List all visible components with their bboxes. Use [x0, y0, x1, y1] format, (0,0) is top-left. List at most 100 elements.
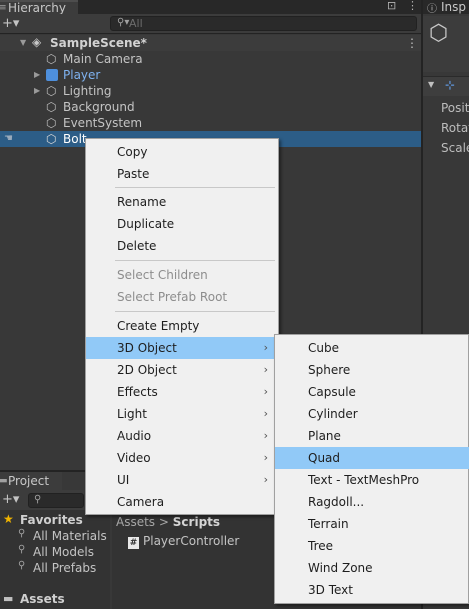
search-placeholder: All: [129, 17, 143, 30]
menu-item-text-textmeshpro[interactable]: Text - TextMeshPro: [275, 469, 469, 491]
menu-item-tree[interactable]: Tree: [275, 535, 469, 557]
scene-name: SampleScene*: [50, 36, 147, 50]
unity-scene-icon: ◈: [32, 35, 42, 49]
submenu-3d-object: Cube Sphere Capsule Cylinder Plane Quad …: [274, 334, 469, 604]
hierarchy-item-eventsystem[interactable]: ⬡ EventSystem: [0, 115, 421, 131]
scene-more-icon[interactable]: ⋮: [406, 35, 418, 51]
expand-arrow-icon[interactable]: ▼: [20, 35, 26, 51]
menu-item-label: Cube: [308, 341, 339, 355]
hierarchy-tab[interactable]: ≡ Hierarchy: [0, 0, 78, 14]
menu-item-label: Ragdoll...: [308, 495, 365, 509]
script-icon: #: [128, 537, 139, 549]
expand-arrow-icon[interactable]: ▶: [34, 83, 40, 99]
menu-item-create-empty[interactable]: Create Empty: [86, 315, 278, 337]
hierarchy-tab-icon: ≡: [0, 3, 7, 13]
assets-title[interactable]: Assets: [20, 592, 65, 606]
menu-item-label: Delete: [117, 239, 157, 253]
create-dropdown-button[interactable]: +▾: [2, 16, 19, 31]
transform-header[interactable]: ▼ ⊹: [423, 76, 469, 96]
menu-item-wind-zone[interactable]: Wind Zone: [275, 557, 469, 579]
breadcrumb-root[interactable]: Assets: [116, 515, 155, 529]
submenu-arrow-icon: ›: [263, 385, 268, 398]
menu-item-label: Light: [117, 407, 147, 421]
rotation-label: Rotat: [441, 121, 469, 135]
gameobject-icon: ⬡: [46, 116, 57, 130]
menu-item-rename[interactable]: Rename: [86, 191, 278, 213]
submenu-arrow-icon: ›: [263, 473, 268, 486]
search-icon: ⚲: [34, 494, 42, 505]
gameobject-icon: ⬡: [46, 100, 57, 114]
menu-separator: [115, 311, 275, 312]
breadcrumb: Assets > Scripts: [112, 514, 272, 530]
menu-item-ragdoll[interactable]: Ragdoll...: [275, 491, 469, 513]
hierarchy-item-label: Bolt: [63, 132, 87, 146]
hierarchy-item-label: Player: [63, 68, 101, 82]
inspector-tab[interactable]: Insp: [441, 0, 466, 14]
menu-item-3d-text[interactable]: 3D Text: [275, 579, 469, 601]
expand-arrow-icon[interactable]: ▶: [34, 67, 40, 83]
menu-item-camera[interactable]: Camera: [86, 491, 278, 513]
favorite-all-materials[interactable]: All Materials: [33, 529, 107, 543]
menu-item-label: Sphere: [308, 363, 351, 377]
menu-item-label: Select Prefab Root: [117, 290, 228, 304]
transform-icon: ⊹: [445, 78, 456, 92]
menu-item-label: 2D Object: [117, 363, 177, 377]
menu-separator: [115, 260, 275, 261]
menu-item-label: Wind Zone: [308, 561, 373, 575]
menu-item-label: Text - TextMeshPro: [308, 473, 420, 487]
hierarchy-item-lighting[interactable]: ▶ ⬡ Lighting: [0, 83, 421, 99]
folder-icon: ▬: [3, 592, 14, 605]
menu-item-duplicate[interactable]: Duplicate: [86, 213, 278, 235]
hierarchy-toolbar: +▾ ⚲▾ All: [0, 14, 421, 34]
menu-item-3d-object[interactable]: 3D Object ›: [86, 337, 278, 359]
menu-item-light[interactable]: Light ›: [86, 403, 278, 425]
lock-icon[interactable]: ⊡: [387, 0, 396, 12]
favorites-title[interactable]: Favorites: [20, 513, 83, 527]
menu-item-video[interactable]: Video ›: [86, 447, 278, 469]
menu-item-label: Quad: [308, 451, 341, 465]
info-icon: ⓘ: [427, 4, 437, 15]
project-tab[interactable]: ▬ Project: [0, 472, 62, 490]
favorite-all-models[interactable]: All Models: [33, 545, 94, 559]
menu-item-cube[interactable]: Cube: [275, 337, 469, 359]
breadcrumb-current[interactable]: Scripts: [173, 515, 220, 529]
menu-item-capsule[interactable]: Capsule: [275, 381, 469, 403]
menu-item-delete[interactable]: Delete: [86, 235, 278, 257]
menu-item-label: Copy: [117, 145, 148, 159]
asset-item-playercontroller[interactable]: # PlayerController: [128, 534, 239, 549]
menu-item-quad[interactable]: Quad: [275, 447, 469, 469]
menu-item-2d-object[interactable]: 2D Object ›: [86, 359, 278, 381]
menu-item-label: Tree: [308, 539, 334, 553]
submenu-arrow-icon: ›: [263, 451, 268, 464]
menu-item-label: 3D Text: [308, 583, 353, 597]
hierarchy-item-background[interactable]: ⬡ Background: [0, 99, 421, 115]
project-search-field[interactable]: ⚲: [28, 493, 84, 508]
search-icon: ⚲▾: [117, 17, 130, 28]
search-icon: ⚲: [18, 560, 26, 571]
create-dropdown-button[interactable]: +▾: [2, 492, 19, 507]
expand-arrow-icon[interactable]: ▼: [428, 80, 434, 89]
more-menu-icon[interactable]: ⋮: [407, 0, 418, 12]
favorite-all-prefabs[interactable]: All Prefabs: [33, 561, 96, 575]
prefab-icon: [46, 69, 58, 81]
hierarchy-item-player[interactable]: ▶ Player: [0, 67, 421, 83]
menu-item-plane[interactable]: Plane: [275, 425, 469, 447]
menu-item-audio[interactable]: Audio ›: [86, 425, 278, 447]
menu-item-label: UI: [117, 473, 130, 487]
project-tab-label: Project: [8, 474, 50, 488]
menu-item-paste[interactable]: Paste: [86, 163, 278, 185]
menu-item-effects[interactable]: Effects ›: [86, 381, 278, 403]
scene-row[interactable]: ▼ ◈ SampleScene* ⋮: [0, 35, 421, 51]
star-icon: ★: [3, 512, 14, 526]
gameobject-icon: ⬡: [46, 132, 57, 146]
menu-item-label: Duplicate: [117, 217, 175, 231]
asset-item-label: PlayerController: [143, 534, 240, 548]
menu-item-ui[interactable]: UI ›: [86, 469, 278, 491]
visibility-hand-icon[interactable]: ☚: [4, 131, 13, 147]
menu-item-cylinder[interactable]: Cylinder: [275, 403, 469, 425]
menu-item-terrain[interactable]: Terrain: [275, 513, 469, 535]
menu-item-copy[interactable]: Copy: [86, 141, 278, 163]
hierarchy-search-field[interactable]: ⚲▾ All: [110, 16, 417, 31]
hierarchy-item-main-camera[interactable]: ⬡ Main Camera: [0, 51, 421, 67]
menu-item-sphere[interactable]: Sphere: [275, 359, 469, 381]
